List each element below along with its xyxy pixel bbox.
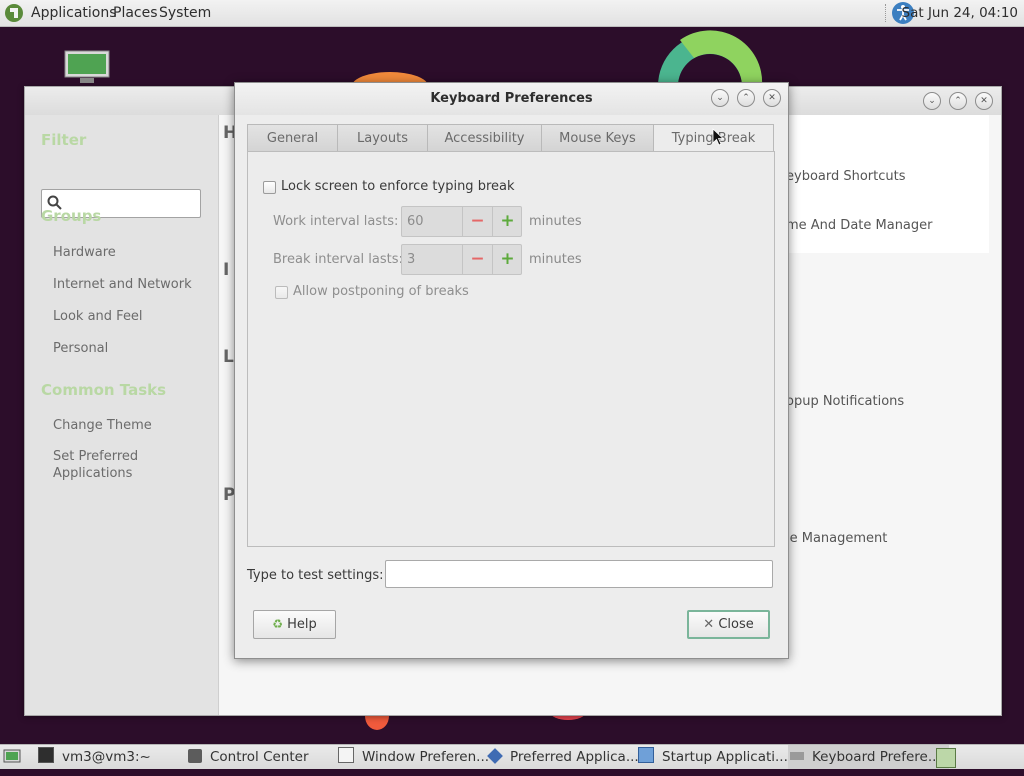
taskbar-item-label: Control Center (210, 749, 309, 765)
maximize-icon[interactable]: ⌃ (737, 89, 755, 107)
help-icon: ♻ (272, 617, 283, 631)
keyboard-icon (790, 752, 804, 760)
taskbar: vm3@vm3:~ Control Center Window Preferen… (0, 744, 1024, 769)
work-interval-label: Work interval lasts: (273, 214, 399, 229)
clock[interactable]: Sat Jun 24, 04:10 (902, 0, 1018, 26)
maximize-icon[interactable]: ⌃ (949, 92, 967, 110)
filter-heading: Filter (41, 131, 87, 149)
allow-postponing-label[interactable]: Allow postponing of breaks (293, 284, 469, 299)
break-interval-value[interactable]: 3 (407, 245, 415, 274)
close-button[interactable]: ✕ Close (687, 610, 770, 639)
plus-icon[interactable]: + (492, 245, 522, 274)
common-tasks-heading: Common Tasks (41, 381, 167, 399)
break-interval-spinner[interactable]: 3 − + (401, 244, 522, 275)
panel-separator (885, 4, 887, 22)
work-interval-value[interactable]: 60 (407, 207, 424, 236)
control-center-icon (188, 749, 202, 763)
close-button-label: Close (718, 617, 754, 632)
group-hardware[interactable]: Hardware (53, 244, 116, 261)
test-settings-input[interactable] (385, 560, 773, 588)
test-settings-label: Type to test settings: (247, 568, 384, 583)
item-file-management[interactable]: le Management (786, 531, 887, 546)
dialog-title: Keyboard Preferences (430, 91, 593, 106)
minimize-icon[interactable]: ⌄ (711, 89, 729, 107)
taskbar-item-preferred-applications[interactable]: Preferred Applica... (487, 745, 639, 769)
tab-mouse-keys[interactable]: Mouse Keys (541, 124, 654, 151)
mate-logo-icon[interactable] (4, 3, 24, 23)
taskbar-item-startup-applications[interactable]: Startup Applicati... (638, 745, 788, 769)
taskbar-item-keyboard-preferences[interactable]: Keyboard Prefere... (788, 745, 949, 769)
group-look-and-feel[interactable]: Look and Feel (53, 308, 143, 325)
tab-accessibility[interactable]: Accessibility (427, 124, 542, 151)
desktop-wallpaper-ring (658, 30, 763, 86)
work-interval-spinner[interactable]: 60 − + (401, 206, 522, 237)
system-menu[interactable]: System (159, 0, 211, 26)
allow-postponing-checkbox[interactable] (275, 286, 288, 299)
close-icon[interactable]: ✕ (763, 89, 781, 107)
tab-layouts[interactable]: Layouts (337, 124, 428, 151)
task-change-theme[interactable]: Change Theme (53, 417, 152, 434)
taskbar-item-label: Preferred Applica... (510, 749, 639, 765)
task-set-preferred-applications[interactable]: Set Preferred Applications (53, 448, 163, 482)
group-internet-and-network[interactable]: Internet and Network (53, 276, 192, 293)
workspace-icon (936, 748, 956, 768)
break-interval-unit: minutes (529, 252, 582, 267)
close-icon[interactable]: ✕ (975, 92, 993, 110)
section-letter: I (223, 260, 230, 280)
dialog-titlebar[interactable]: Keyboard Preferences (235, 83, 788, 115)
computer-desktop-icon[interactable] (64, 50, 110, 84)
places-menu[interactable]: Places (113, 0, 158, 26)
section-letter: L (223, 347, 234, 367)
plus-icon[interactable]: + (492, 207, 522, 236)
minus-icon[interactable]: − (462, 207, 492, 236)
item-popup-notifications[interactable]: opup Notifications (786, 394, 904, 409)
taskbar-item-label: Startup Applicati... (662, 749, 788, 765)
help-button-label: Help (287, 617, 317, 632)
window-icon (338, 747, 354, 763)
keyboard-preferences-dialog: Keyboard Preferences ⌄ ⌃ ✕ General Layou… (234, 82, 789, 659)
preferred-applications-icon (487, 748, 503, 764)
taskbar-item-control-center[interactable]: Control Center (188, 745, 309, 769)
groups-heading: Groups (41, 207, 102, 225)
top-panel: Applications Places System Sat Jun 24, 0… (0, 0, 1024, 27)
taskbar-item-label: Keyboard Prefere... (812, 749, 941, 765)
taskbar-item-window-preferences[interactable]: Window Preferen... (338, 745, 489, 769)
close-icon: ✕ (703, 617, 715, 632)
group-personal[interactable]: Personal (53, 340, 108, 357)
terminal-icon (38, 747, 54, 763)
startup-applications-icon (638, 747, 654, 763)
minimize-icon[interactable]: ⌄ (923, 92, 941, 110)
taskbar-item-terminal[interactable]: vm3@vm3:~ (38, 745, 151, 769)
item-keyboard-shortcuts[interactable]: eyboard Shortcuts (786, 169, 906, 184)
taskbar-item-label: Window Preferen... (362, 749, 490, 765)
item-time-and-date-manager[interactable]: me And Date Manager (786, 218, 933, 233)
lock-screen-checkbox[interactable] (263, 181, 276, 194)
work-interval-unit: minutes (529, 214, 582, 229)
mouse-pointer-icon (712, 128, 724, 146)
typing-break-panel: Lock screen to enforce typing break Work… (247, 151, 775, 547)
workspace-switcher[interactable] (936, 745, 956, 769)
lock-screen-label[interactable]: Lock screen to enforce typing break (281, 179, 515, 194)
minus-icon[interactable]: − (462, 245, 492, 274)
show-desktop-icon[interactable] (3, 745, 21, 769)
tab-bar: General Layouts Accessibility Mouse Keys… (247, 124, 775, 153)
help-button[interactable]: ♻ Help (253, 610, 336, 639)
tab-general[interactable]: General (247, 124, 338, 151)
break-interval-label: Break interval lasts: (273, 252, 403, 267)
control-center-sidebar: Filter Groups Hardware Internet and Netw… (25, 115, 218, 715)
applications-menu[interactable]: Applications (31, 0, 117, 26)
taskbar-item-label: vm3@vm3:~ (62, 749, 151, 765)
